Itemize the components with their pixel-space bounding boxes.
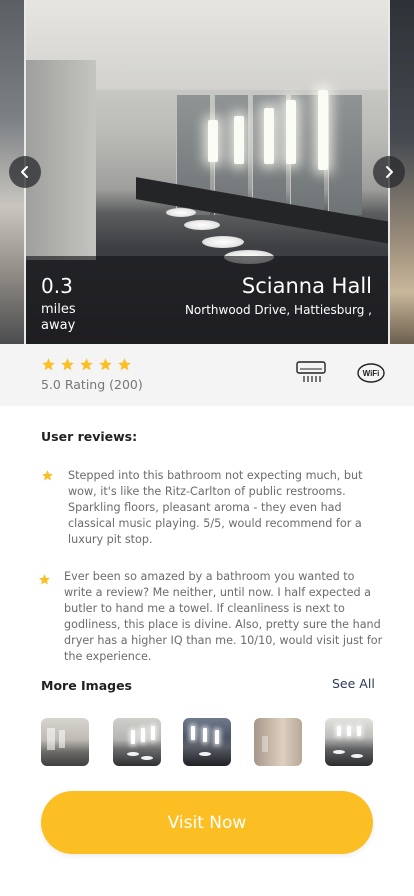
place-name: Scianna Hall: [241, 274, 372, 298]
review-star-icon: [42, 470, 53, 481]
review-text: Stepped into this bathroom not expecting…: [68, 469, 363, 547]
star-icon: [118, 358, 131, 371]
star-icon: [61, 358, 74, 371]
rating-bar: [0, 344, 414, 406]
review-star-icon: [39, 574, 50, 585]
rating-text: 5.0 Rating (200): [41, 377, 143, 392]
distance-unit-line2: away: [41, 318, 76, 333]
gallery-thumbnail[interactable]: [183, 718, 231, 766]
chevron-left-icon: [21, 166, 28, 178]
gallery-thumbnail[interactable]: [113, 718, 161, 766]
see-all-link[interactable]: See All: [332, 676, 375, 691]
gallery-thumbnail[interactable]: [325, 718, 373, 766]
previous-image-button[interactable]: [9, 156, 41, 188]
wifi-icon: WiFi: [356, 362, 386, 389]
chevron-right-icon: [386, 166, 393, 178]
place-address: Northwood Drive, Hattiesburg ,: [184, 303, 372, 317]
air-conditioner-icon: [296, 360, 326, 389]
distance-value: 0.3: [41, 274, 73, 298]
more-images-title: More Images: [41, 678, 132, 693]
review-text: Ever been so amazed by a bathroom you wa…: [64, 570, 383, 664]
next-image-button[interactable]: [373, 156, 405, 188]
hero-carousel[interactable]: 0.3 miles away Scianna Hall Northwood Dr…: [0, 0, 414, 344]
star-icon: [80, 358, 93, 371]
star-icon: [99, 358, 112, 371]
gallery-thumbnail[interactable]: [254, 718, 302, 766]
star-icon: [42, 358, 55, 371]
rating-stars: [41, 357, 132, 372]
distance-unit: miles away: [41, 302, 76, 334]
gallery-thumbnail[interactable]: [41, 718, 89, 766]
visit-now-button[interactable]: Visit Now: [41, 791, 373, 854]
reviews-title: User reviews:: [41, 429, 138, 444]
hero-info-overlay: [26, 256, 388, 344]
distance-unit-line1: miles: [41, 302, 76, 317]
wifi-label: WiFi: [363, 369, 380, 378]
